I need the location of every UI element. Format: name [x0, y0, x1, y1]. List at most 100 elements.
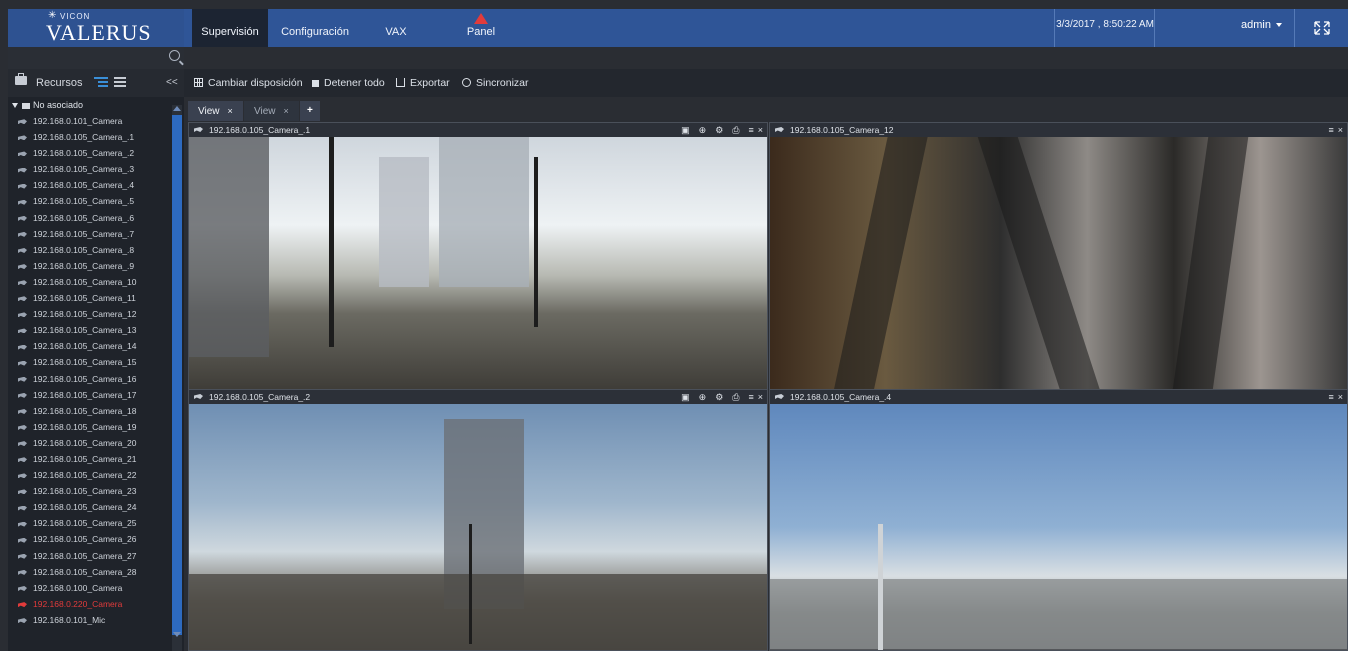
- scroll-up-icon[interactable]: [173, 106, 181, 111]
- sidebar-camera-item[interactable]: 192.168.0.105_Camera_19: [8, 419, 184, 435]
- sidebar-camera-item[interactable]: 192.168.0.105_Camera_16: [8, 371, 184, 387]
- sidebar-camera-item[interactable]: 192.168.0.105_Camera_18: [8, 403, 184, 419]
- zoom-icon[interactable]: ⊕: [699, 392, 707, 402]
- resource-tree: No asociado 192.168.0.101_Camera 192.168.…: [8, 97, 184, 651]
- sidebar-camera-item[interactable]: 192.168.0.105_Camera_27: [8, 548, 184, 564]
- grid-icon: [194, 78, 203, 87]
- briefcase-icon: [15, 73, 27, 85]
- snapshot-icon[interactable]: ▣: [681, 392, 690, 402]
- camera-icon: [18, 119, 27, 125]
- sidebar-camera-item[interactable]: 192.168.0.105_Camera_.2: [8, 145, 184, 161]
- camera-feed-image: [770, 404, 1347, 650]
- add-view-button[interactable]: +: [300, 101, 320, 121]
- tab-panel[interactable]: Panel: [454, 9, 508, 47]
- sidebar-camera-item[interactable]: 192.168.0.105_Camera_25: [8, 515, 184, 531]
- camera-icon: [18, 489, 27, 495]
- sidebar-camera-item[interactable]: 192.168.0.101_Mic: [8, 612, 184, 628]
- sync-icon: [462, 78, 471, 87]
- close-icon[interactable]: ×: [1338, 392, 1343, 402]
- sidebar-camera-item[interactable]: 192.168.0.105_Camera_28: [8, 564, 184, 580]
- chevron-down-icon[interactable]: [12, 103, 18, 109]
- list-view-icon[interactable]: [114, 77, 126, 88]
- sidebar-camera-item[interactable]: 192.168.0.105_Camera_.3: [8, 161, 184, 177]
- export-icon[interactable]: ⎙: [732, 125, 739, 135]
- video-pane-3[interactable]: 192.168.0.105_Camera_.2 ▣ ⊕ ⚙ ⎙ ≡ ×: [188, 389, 768, 651]
- pane-tools: ≡ ×: [1319, 123, 1343, 137]
- fullscreen-button[interactable]: [1294, 9, 1348, 47]
- scroll-thumb[interactable]: [172, 115, 182, 635]
- video-pane-1[interactable]: 192.168.0.105_Camera_.1 ▣ ⊕ ⚙ ⎙ ≡ ×: [188, 122, 768, 390]
- camera-label: 192.168.0.105_Camera_20: [33, 437, 137, 448]
- settings-icon[interactable]: ⚙: [715, 125, 723, 135]
- close-icon[interactable]: ×: [228, 106, 233, 116]
- sidebar-camera-item[interactable]: 192.168.0.101_Camera: [8, 113, 184, 129]
- sidebar-scrollbar[interactable]: [172, 105, 182, 651]
- stop-all-label: Detener todo: [324, 77, 385, 89]
- close-icon[interactable]: ×: [758, 392, 763, 402]
- sidebar-camera-item[interactable]: 192.168.0.220_Camera: [8, 596, 184, 612]
- sidebar-camera-item[interactable]: 192.168.0.105_Camera_24: [8, 499, 184, 515]
- sidebar-camera-item[interactable]: 192.168.0.105_Camera_.7: [8, 226, 184, 242]
- sidebar-camera-item[interactable]: 192.168.0.105_Camera_23: [8, 483, 184, 499]
- sidebar-camera-item[interactable]: 192.168.0.105_Camera_21: [8, 451, 184, 467]
- camera-label: 192.168.0.105_Camera_22: [33, 470, 137, 481]
- change-layout-button[interactable]: Cambiar disposición: [194, 77, 303, 89]
- menu-icon[interactable]: ≡: [748, 125, 753, 135]
- video-pane-4[interactable]: 192.168.0.105_Camera_.4 ≡ ×: [769, 389, 1348, 651]
- sidebar-camera-item[interactable]: 192.168.0.105_Camera_22: [8, 467, 184, 483]
- sync-label: Sincronizar: [476, 77, 529, 89]
- sidebar-camera-item[interactable]: 192.168.0.105_Camera_12: [8, 306, 184, 322]
- sidebar-camera-item[interactable]: 192.168.0.105_Camera_.6: [8, 210, 184, 226]
- menu-icon[interactable]: ≡: [1328, 392, 1333, 402]
- stop-all-button[interactable]: Detener todo: [312, 77, 385, 89]
- sidebar-camera-item[interactable]: 192.168.0.105_Camera_14: [8, 338, 184, 354]
- sidebar-camera-item[interactable]: 192.168.0.105_Camera_15: [8, 354, 184, 370]
- tab-label: Supervisión: [201, 26, 259, 38]
- sidebar-camera-item[interactable]: 192.168.0.105_Camera_.1: [8, 129, 184, 145]
- close-icon[interactable]: ×: [758, 125, 763, 135]
- settings-icon[interactable]: ⚙: [715, 392, 723, 402]
- sidebar-camera-item[interactable]: 192.168.0.105_Camera_17: [8, 387, 184, 403]
- video-pane-2[interactable]: 192.168.0.105_Camera_12 ≡ ×: [769, 122, 1348, 390]
- scroll-down-icon[interactable]: [173, 632, 181, 637]
- search-icon[interactable]: [169, 50, 180, 61]
- view-tab-2[interactable]: View ×: [244, 101, 299, 121]
- export-icon[interactable]: ⎙: [732, 392, 739, 402]
- sidebar-camera-item[interactable]: 192.168.0.105_Camera_.8: [8, 242, 184, 258]
- sidebar-camera-item[interactable]: 192.168.0.105_Camera_.4: [8, 177, 184, 193]
- tab-vax[interactable]: VAX: [374, 9, 418, 47]
- camera-icon: [18, 264, 27, 270]
- export-icon: [396, 78, 405, 87]
- collapse-sidebar-button[interactable]: <<: [166, 77, 178, 88]
- sidebar-camera-item[interactable]: 192.168.0.105_Camera_.9: [8, 258, 184, 274]
- folder-icon: [22, 102, 30, 109]
- close-icon[interactable]: ×: [1338, 125, 1343, 135]
- tree-view-icon[interactable]: [94, 77, 108, 88]
- camera-icon: [18, 280, 27, 286]
- close-icon[interactable]: ×: [284, 106, 289, 116]
- sidebar-camera-item[interactable]: 192.168.0.105_Camera_26: [8, 531, 184, 547]
- user-menu[interactable]: admin: [1154, 9, 1294, 47]
- resources-header: Recursos <<: [8, 69, 184, 97]
- camera-label: 192.168.0.101_Mic: [33, 614, 106, 625]
- tab-configuracion[interactable]: Configuración: [272, 9, 358, 47]
- camera-icon: [775, 127, 784, 132]
- camera-icon: [18, 151, 27, 157]
- sidebar-camera-item[interactable]: 192.168.0.105_Camera_10: [8, 274, 184, 290]
- snapshot-icon[interactable]: ▣: [681, 125, 690, 135]
- resources-sidebar: Recursos << No asociado 192.168.0.101_Ca…: [8, 47, 184, 651]
- tree-root-unassigned[interactable]: No asociado: [8, 97, 184, 113]
- sidebar-camera-item[interactable]: 192.168.0.105_Camera_11: [8, 290, 184, 306]
- export-button[interactable]: Exportar: [396, 77, 450, 89]
- menu-icon[interactable]: ≡: [1328, 125, 1333, 135]
- sidebar-camera-item[interactable]: 192.168.0.100_Camera: [8, 580, 184, 596]
- sidebar-camera-item[interactable]: 192.168.0.105_Camera_.5: [8, 193, 184, 209]
- sync-button[interactable]: Sincronizar: [462, 77, 529, 89]
- view-tab-1[interactable]: View ×: [188, 101, 243, 121]
- zoom-icon[interactable]: ⊕: [699, 125, 707, 135]
- sidebar-camera-item[interactable]: 192.168.0.105_Camera_13: [8, 322, 184, 338]
- tab-supervision[interactable]: Supervisión: [192, 9, 268, 47]
- menu-icon[interactable]: ≡: [748, 392, 753, 402]
- sidebar-camera-item[interactable]: 192.168.0.105_Camera_20: [8, 435, 184, 451]
- resource-search[interactable]: [8, 47, 184, 69]
